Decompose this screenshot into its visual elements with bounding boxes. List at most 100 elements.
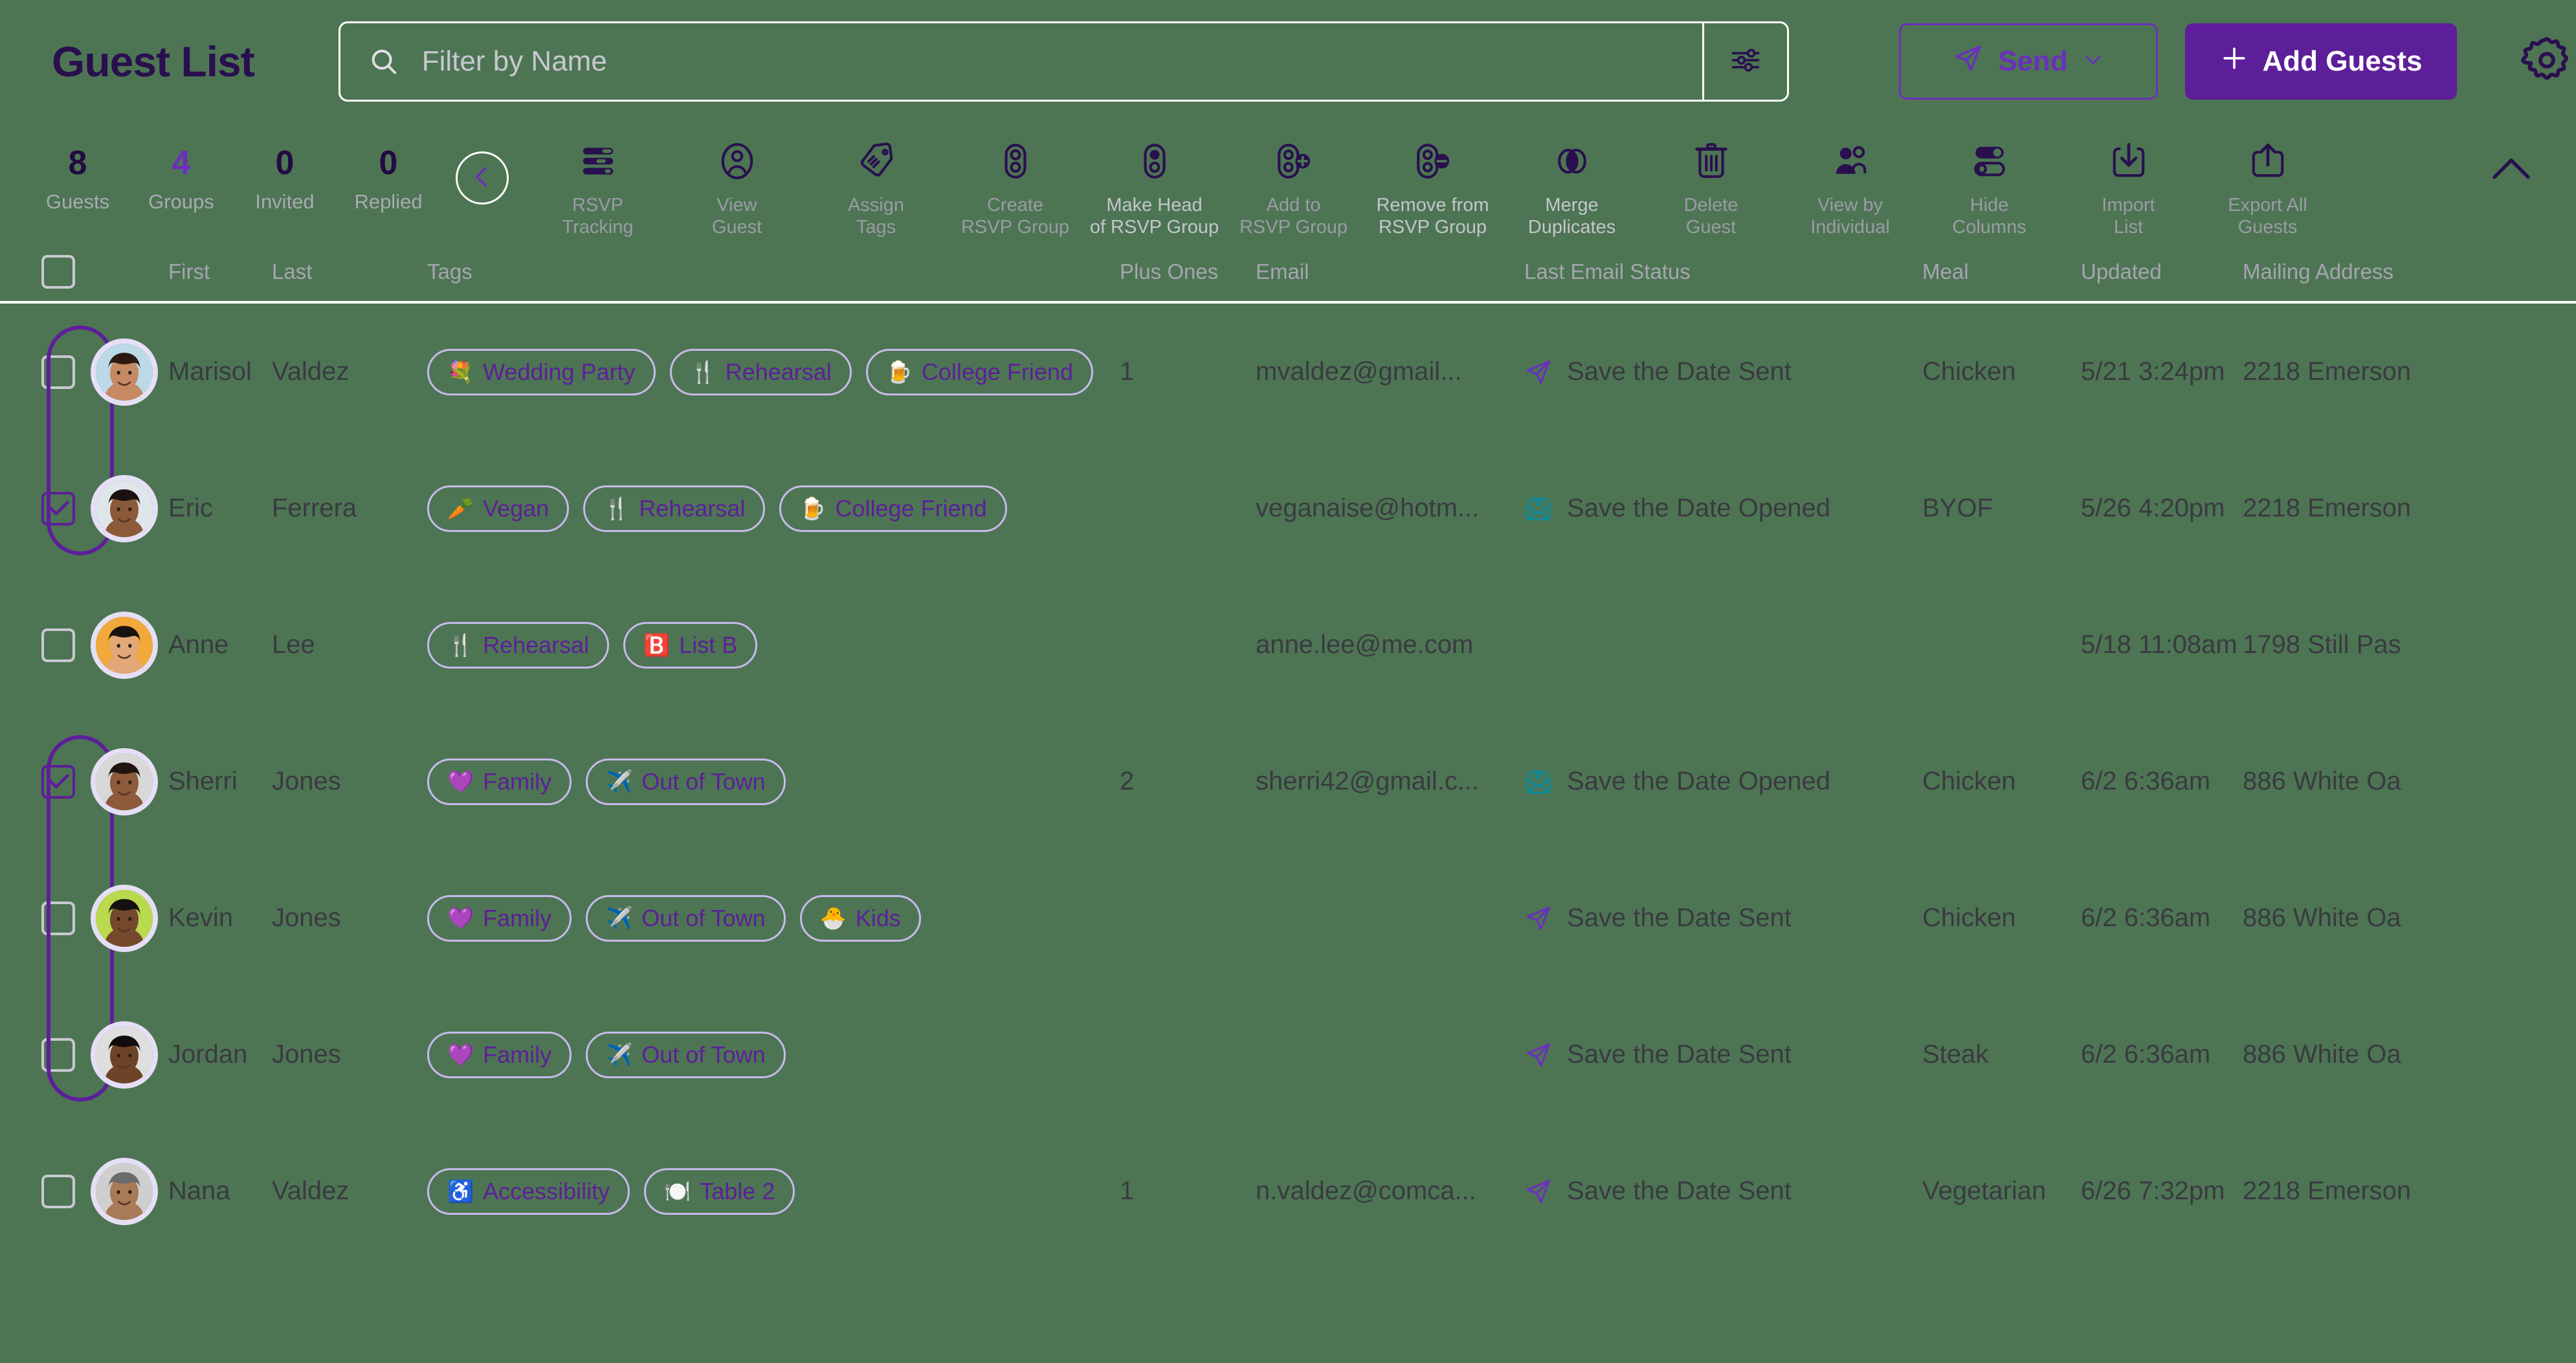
toolbar-item-label: View Guest	[711, 195, 762, 238]
tag-chip[interactable]: ♿ Accessibility	[427, 1168, 630, 1215]
row-checkbox[interactable]	[41, 1174, 75, 1208]
avatar[interactable]	[91, 748, 158, 815]
tag-emoji-icon: 🍺	[799, 496, 827, 520]
table-row[interactable]: Anne Lee 🍴 Rehearsal 🅱️ List B anne.lee@me.com…	[0, 577, 2576, 713]
column-header-email[interactable]: Email	[1256, 260, 1524, 284]
toolbar-item-hide-columns[interactable]: Hide Columns	[1920, 123, 2059, 238]
column-header-tags[interactable]: Tags	[427, 260, 1120, 284]
tag-chip[interactable]: 🐣 Kids	[799, 894, 921, 942]
toolbar-item-label: Import List	[2102, 195, 2155, 238]
send-button[interactable]: Send	[1899, 23, 2158, 100]
tag-chip[interactable]: 🥕 Vegan	[427, 485, 570, 532]
tag-chip[interactable]: 💜 Family	[427, 758, 572, 805]
status-label: Save the Date Opened	[1567, 494, 1830, 522]
tag-chip[interactable]: ✈️ Out of Town	[586, 894, 786, 942]
paper-plane-icon	[1953, 43, 1984, 81]
stat-groups-value: 4	[172, 144, 191, 182]
paper-plane-icon	[1524, 1041, 1553, 1069]
column-header-meal[interactable]: Meal	[1922, 260, 2081, 284]
cell-email: anne.lee@me.com	[1256, 630, 1474, 659]
toolbar-item-view-guest[interactable]: View Guest	[667, 123, 806, 238]
tag-chip[interactable]: 🍴 Rehearsal	[427, 621, 610, 669]
toolbar-item-assign-tags[interactable]: Assign Tags	[806, 123, 946, 238]
tag-chip[interactable]: 🍺 College Friend	[865, 348, 1093, 395]
tag-chip[interactable]: 🍽️ Table 2	[644, 1168, 795, 1215]
toolbar-item-merge-duplicates[interactable]: Merge Duplicates	[1502, 123, 1641, 238]
row-checkbox[interactable]	[41, 901, 75, 935]
column-header-plus-ones[interactable]: Plus Ones	[1120, 260, 1256, 284]
tag-chip[interactable]: 💜 Family	[427, 1031, 572, 1078]
avatar[interactable]	[91, 1021, 158, 1089]
column-header-last-email-status[interactable]: Last Email Status	[1524, 260, 1922, 284]
cell-meal: Chicken	[1922, 903, 2016, 932]
row-checkbox[interactable]	[41, 628, 75, 662]
toolbar-item-create-rsvp-group[interactable]: Create RSVP Group	[946, 123, 1085, 238]
toolbar-item-view-by-individual[interactable]: View by Individual	[1781, 123, 1920, 238]
cell-last-name: Valdez	[272, 1177, 350, 1205]
row-checkbox[interactable]	[41, 355, 75, 389]
collapse-toolbar-button[interactable]	[2485, 151, 2537, 190]
tag-chip[interactable]: 🍺 College Friend	[779, 485, 1007, 532]
search-bar	[338, 21, 1789, 102]
settings-button[interactable]	[2518, 32, 2576, 91]
envelope-open-icon	[1524, 494, 1553, 523]
column-header-last[interactable]: Last	[272, 260, 427, 284]
tag-chip[interactable]: 🅱️ List B	[623, 621, 758, 669]
tag-label: Out of Town	[641, 904, 766, 931]
stat-replied-value: 0	[379, 144, 398, 182]
cell-plus-ones: 2	[1120, 767, 1135, 795]
cell-last-email-status: Save the Date Sent	[1524, 1040, 1922, 1069]
cell-mailing-address: 1798 Still Pas	[2243, 630, 2401, 659]
tag-chip[interactable]: 🍴 Rehearsal	[669, 348, 852, 395]
toolbar-item-import-list[interactable]: Import List	[2059, 123, 2198, 238]
cell-plus-ones: 1	[1120, 1177, 1135, 1205]
row-checkbox[interactable]	[41, 491, 75, 526]
table-row[interactable]: Jordan Jones 💜 Family ✈️ Out of Town Save the …	[0, 986, 2576, 1123]
avatar[interactable]	[91, 338, 158, 406]
tag-chip[interactable]: 💜 Family	[427, 894, 572, 942]
toolbar-item-rsvp-tracking[interactable]: RSVP Tracking	[528, 123, 667, 238]
toolbar-item-make-head-rsvp-group[interactable]: Make Head of RSVP Group	[1085, 123, 1224, 238]
avatar[interactable]	[91, 474, 158, 542]
row-checkbox[interactable]	[41, 764, 75, 799]
cell-mailing-address: 2218 Emerson	[2243, 494, 2412, 522]
tag-chip[interactable]: ✈️ Out of Town	[586, 758, 786, 805]
collapse-stats-button[interactable]	[456, 151, 509, 205]
tag-chip[interactable]: 🍴 Rehearsal	[583, 485, 766, 532]
table-row[interactable]: Marisol Valdez 💐 Wedding Party 🍴 Rehearsal 🍺 Co…	[0, 304, 2576, 440]
toolbar-item-remove-from-rsvp-group[interactable]: Remove from RSVP Group	[1363, 123, 1502, 238]
tag-chip[interactable]: ✈️ Out of Town	[586, 1031, 786, 1078]
add-guests-button[interactable]: Add Guests	[2185, 23, 2457, 100]
tag-label: Out of Town	[641, 1041, 766, 1068]
cell-first-name: Nana	[168, 1177, 230, 1205]
search-box[interactable]	[340, 23, 1702, 100]
column-header-updated[interactable]: Updated	[2081, 260, 2243, 284]
toolbar-item-add-to-rsvp-group[interactable]: Add to RSVP Group	[1224, 123, 1363, 238]
avatar[interactable]	[91, 1157, 158, 1225]
merge-duplicates-icon	[1552, 140, 1592, 183]
search-input[interactable]	[420, 45, 1702, 78]
filter-button[interactable]	[1702, 23, 1787, 100]
import-list-icon	[2109, 140, 2149, 183]
column-header-first[interactable]: First	[168, 260, 272, 284]
toolbar-item-label: View by Individual	[1810, 195, 1890, 238]
cell-tags: 💜 Family ✈️ Out of Town	[427, 1031, 1120, 1078]
tag-chip[interactable]: 💐 Wedding Party	[427, 348, 656, 395]
toolbar-item-delete-guest[interactable]: Delete Guest	[1641, 123, 1781, 238]
table-row[interactable]: Eric Ferrera 🥕 Vegan 🍴 Rehearsal 🍺 College Frie…	[0, 440, 2576, 577]
toolbar-item-label: Hide Columns	[1952, 195, 2026, 238]
export-all-guests-icon	[2248, 140, 2288, 183]
table-row[interactable]: Kevin Jones 💜 Family ✈️ Out of Town 🐣 Kids Save …	[0, 850, 2576, 986]
table-row[interactable]: Nana Valdez ♿ Accessibility 🍽️ Table 2 1 n.vald…	[0, 1123, 2576, 1259]
toolbar-item-export-all-guests[interactable]: Export All Guests	[2198, 123, 2337, 238]
avatar[interactable]	[91, 611, 158, 679]
avatar-cell	[91, 338, 168, 406]
select-all-checkbox[interactable]	[41, 255, 75, 289]
paper-plane-icon	[1524, 1177, 1553, 1206]
row-checkbox[interactable]	[41, 1037, 75, 1072]
cell-tags: 💐 Wedding Party 🍴 Rehearsal 🍺 College Friend	[427, 348, 1120, 395]
avatar[interactable]	[91, 884, 158, 952]
cell-mailing-address: 2218 Emerson	[2243, 357, 2412, 386]
column-header-mailing-address[interactable]: Mailing Address	[2243, 260, 2521, 284]
table-row[interactable]: Sherri Jones 💜 Family ✈️ Out of Town 2 sherri42…	[0, 713, 2576, 850]
